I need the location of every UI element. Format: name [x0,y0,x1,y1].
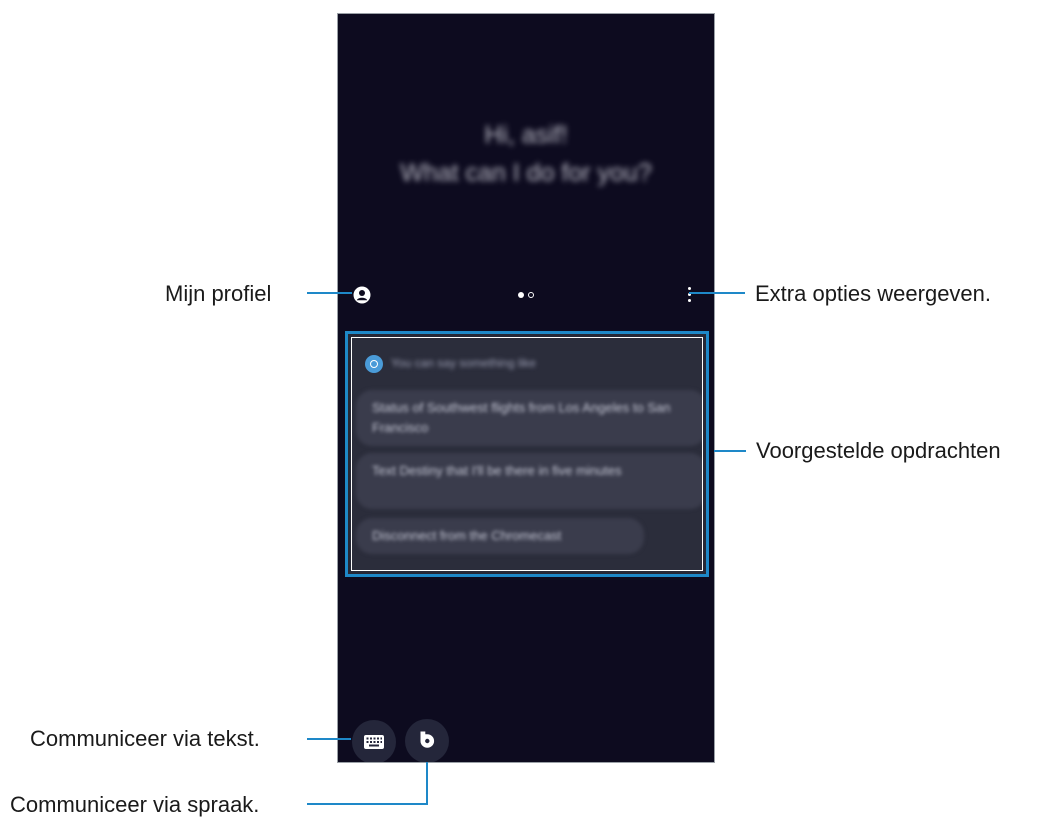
suggestions-header: You can say something like [365,354,685,374]
page-dot-active [518,292,524,298]
callout-line-voice-vertical [426,762,428,805]
callout-line-suggested [714,450,746,452]
suggestion-chip[interactable]: Text Destiny that I'll be there in five … [356,453,702,509]
suggestion-chip[interactable]: Disconnect from the Chromecast [356,518,644,554]
callout-line-more [689,292,745,294]
callout-label-voice: Communiceer via spraak. [10,792,260,817]
callout-label-profile: Mijn profiel [165,281,272,306]
callout-line-text [307,738,351,740]
bixby-voice-button[interactable] [405,719,449,762]
suggested-commands-highlight: You can say something like Status of Sou… [345,331,709,577]
callout-label-more: Extra opties weergeven. [755,281,992,306]
greeting-line-1: Hi, asif! [484,121,568,149]
greeting: Hi, asif! What can I do for you? [338,116,714,192]
callout-label-text: Communiceer via tekst. [30,726,260,751]
suggested-commands-card: You can say something like Status of Sou… [351,337,703,571]
top-row [338,284,714,308]
callout-line-profile [307,292,352,294]
suggestion-chip[interactable]: Status of Southwest flights from Los Ang… [356,390,702,446]
keyboard-icon [364,735,384,749]
bixby-icon [420,731,435,748]
callout-label-suggested: Voorgestelde opdrachten [756,438,1001,463]
page-dot-inactive [528,292,534,298]
callout-line-voice-horizontal [307,803,428,805]
keyboard-button[interactable] [352,720,396,762]
suggestions-header-text: You can say something like [391,356,536,370]
more-options-icon[interactable] [687,287,693,305]
bixby-small-icon [365,355,383,373]
profile-icon[interactable] [353,286,371,304]
page-indicator [518,292,538,300]
phone-screen: Hi, asif! What can I do for you? You can… [337,13,715,763]
greeting-line-2: What can I do for you? [400,159,652,187]
